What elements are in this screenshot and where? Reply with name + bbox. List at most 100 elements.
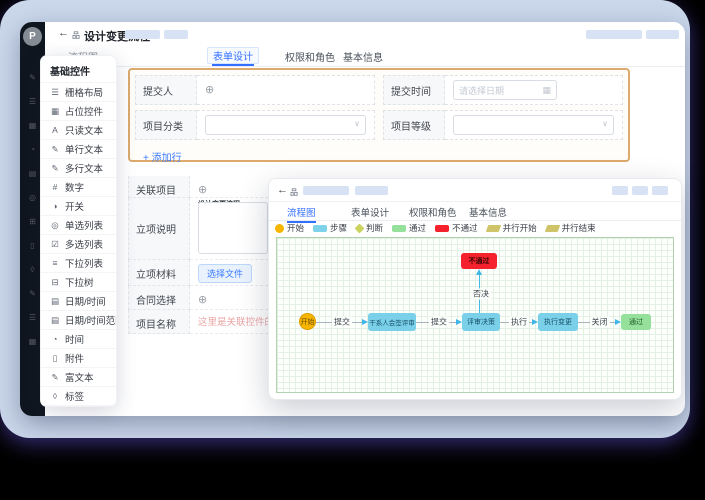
panel-item-list: ☰ 栅格布局 ▦ 占位控件 A 只读文本 ✎ 单行文本 ✎ 多行文本 # 数字 ◑ 开关 ◎ 单选列表 ☑ 多选列… bbox=[41, 82, 116, 406]
panel-item-附件[interactable]: ▯ 附件 bbox=[41, 348, 116, 367]
header-skeleton-pill[interactable] bbox=[125, 30, 160, 39]
chevron-down-icon: ∨ bbox=[602, 119, 608, 128]
description-textarea[interactable] bbox=[198, 202, 268, 254]
form-grid-row: 提交人 ⊕ 提交时间 请选择日期 ▦ bbox=[135, 75, 623, 105]
date-placeholder: 请选择日期 bbox=[459, 85, 505, 96]
panel-item-单选列表[interactable]: ◎ 单选列表 bbox=[41, 215, 116, 234]
plus-picker-icon[interactable]: ⊕ bbox=[205, 84, 214, 96]
legend-label: 并行结束 bbox=[561, 223, 596, 233]
flow-node-执行变更[interactable]: 执行变更 bbox=[538, 313, 578, 331]
plus-picker-icon[interactable]: ⊕ bbox=[198, 184, 207, 196]
panel-title: 基础控件 bbox=[50, 67, 90, 78]
header-skeleton-pill[interactable] bbox=[303, 186, 349, 195]
panel-item-多选列表[interactable]: ☑ 多选列表 bbox=[41, 234, 116, 253]
flow-tab-权限和角色[interactable]: 权限和角色 bbox=[409, 205, 457, 219]
header-skeleton-pill[interactable] bbox=[164, 30, 188, 39]
panel-item-表格[interactable]: ⊞表格 bbox=[41, 405, 116, 406]
app-header: ← 品 设计变更流程 bbox=[45, 22, 685, 47]
field-label: 提交人 bbox=[135, 75, 197, 105]
submit-time-field: 请选择日期 ▦ bbox=[445, 75, 623, 105]
add-row-button[interactable]: + 添加行 bbox=[135, 145, 623, 164]
panel-item-label: 单选列表 bbox=[65, 221, 104, 232]
flow-window-header: ← 品 bbox=[269, 179, 681, 202]
control-icon: ◎ bbox=[51, 219, 59, 230]
control-icon: ⊟ bbox=[51, 276, 59, 287]
control-icon: ◔ bbox=[52, 334, 58, 344]
tab-权限和角色[interactable]: 权限和角色 bbox=[285, 49, 335, 64]
legend-rect-icon bbox=[435, 224, 450, 232]
workflow-icon: 品 bbox=[72, 31, 80, 40]
panel-item-单行文本[interactable]: ✎ 单行文本 bbox=[41, 139, 116, 158]
plus-picker-icon[interactable]: ⊕ bbox=[198, 294, 207, 306]
form-grid-section[interactable]: 提交人 ⊕ 提交时间 请选择日期 ▦ 项目分类 ∨ 项目等级 ∨ + 添加行 bbox=[128, 68, 630, 164]
back-icon[interactable]: ← bbox=[277, 184, 288, 196]
choose-file-button[interactable]: 选择文件 bbox=[198, 264, 253, 283]
header-skeleton-pill[interactable] bbox=[586, 30, 642, 39]
panel-item-栅格布局[interactable]: ☰ 栅格布局 bbox=[41, 82, 116, 101]
form-grid-row: 项目分类 ∨ 项目等级 ∨ bbox=[135, 110, 623, 140]
header-skeleton-pill[interactable] bbox=[652, 186, 668, 195]
project-category-select[interactable]: ∨ bbox=[205, 115, 366, 135]
flow-designer-window: ← 品 流程图 表单设计 权限和角色 基本信息 开始 步骤 判断 通过 不通过 并行开始 并行结束… bbox=[268, 178, 682, 400]
legend-item-通过: 通过 bbox=[392, 222, 426, 234]
project-level-select[interactable]: ∨ bbox=[453, 115, 614, 135]
control-icon: ◑ bbox=[52, 201, 58, 211]
tab-基本信息[interactable]: 基本信息 bbox=[343, 49, 383, 64]
field-label: 提交时间 bbox=[383, 75, 445, 105]
chevron-down-icon: ∨ bbox=[354, 119, 360, 128]
panel-item-只读文本[interactable]: A 只读文本 bbox=[41, 120, 116, 139]
header-skeleton-pill[interactable] bbox=[632, 186, 648, 195]
panel-item-占位控件[interactable]: ▦ 占位控件 bbox=[41, 101, 116, 120]
panel-item-label: 时间 bbox=[65, 335, 85, 346]
flow-tab-流程图[interactable]: 流程图 bbox=[287, 205, 316, 223]
edge-label: 提交 bbox=[429, 316, 449, 328]
panel-item-label: 栅格布局 bbox=[65, 88, 104, 99]
flow-tab-表单设计[interactable]: 表单设计 bbox=[351, 205, 389, 219]
panel-item-标签[interactable]: ◊ 标签 bbox=[41, 386, 116, 405]
flow-node-干系人会签评审[interactable]: 干系人会签评审 bbox=[368, 313, 416, 331]
panel-item-下拉列表[interactable]: ≡ 下拉列表 bbox=[41, 253, 116, 272]
back-icon[interactable]: ← bbox=[58, 27, 69, 39]
legend-item-步骤: 步骤 bbox=[313, 222, 347, 234]
panel-item-label: 下拉列表 bbox=[65, 259, 104, 270]
flow-node-开始[interactable]: 开始 bbox=[299, 313, 316, 330]
header-skeleton-pill[interactable] bbox=[646, 30, 679, 39]
panel-item-数字[interactable]: # 数字 bbox=[41, 177, 116, 196]
date-input[interactable]: 请选择日期 ▦ bbox=[453, 80, 557, 100]
panel-item-多行文本[interactable]: ✎ 多行文本 bbox=[41, 158, 116, 177]
flow-tab-基本信息[interactable]: 基本信息 bbox=[469, 205, 507, 219]
panel-item-下拉树[interactable]: ⊟ 下拉树 bbox=[41, 272, 116, 291]
panel-item-日期/时间[interactable]: ▤ 日期/时间 bbox=[41, 291, 116, 310]
legend-item-并行开始: 并行开始 bbox=[485, 222, 537, 234]
legend-label: 通过 bbox=[409, 223, 427, 233]
panel-item-label: 数字 bbox=[65, 183, 85, 194]
panel-item-label: 多选列表 bbox=[65, 240, 104, 251]
control-icon: ☰ bbox=[51, 86, 59, 97]
legend-para-icon bbox=[544, 224, 560, 232]
legend-label: 并行开始 bbox=[502, 223, 537, 233]
legend-item-判断: 判断 bbox=[354, 222, 384, 234]
panel-item-时间[interactable]: ◔ 时间 bbox=[41, 329, 116, 348]
control-icon: ✎ bbox=[51, 371, 59, 382]
edge-label: 否决 bbox=[471, 288, 491, 300]
control-icon: ✎ bbox=[51, 162, 59, 173]
legend-item-不通过: 不通过 bbox=[435, 222, 478, 234]
flow-node-评审决策[interactable]: 评审决策 bbox=[462, 313, 500, 331]
header-skeleton-pill[interactable] bbox=[355, 186, 388, 195]
legend-label: 判断 bbox=[366, 223, 384, 233]
panel-item-开关[interactable]: ◑ 开关 bbox=[41, 196, 116, 215]
legend-diamond-icon bbox=[354, 223, 365, 233]
control-icon: ☑ bbox=[51, 238, 59, 249]
flow-node-通过[interactable]: 通过 bbox=[621, 314, 651, 330]
submitter-picker-field[interactable]: ⊕ bbox=[197, 75, 375, 105]
legend-label: 不通过 bbox=[452, 223, 478, 233]
flow-node-不通过[interactable]: 不通过 bbox=[461, 253, 497, 269]
panel-item-日期/时间范围[interactable]: ▤ 日期/时间范围 bbox=[41, 310, 116, 329]
control-icon: A bbox=[52, 125, 58, 135]
panel-item-label: 下拉树 bbox=[65, 278, 94, 289]
legend-item-开始: 开始 bbox=[275, 222, 304, 234]
header-skeleton-pill[interactable] bbox=[612, 186, 628, 195]
panel-item-富文本[interactable]: ✎ 富文本 bbox=[41, 367, 116, 386]
flow-canvas[interactable]: 提交 提交 执行 关闭 否决 开始 干系人会签评审 评审决策 执行变更 通过 不通过 bbox=[276, 237, 674, 393]
tab-表单设计[interactable]: 表单设计 bbox=[207, 47, 259, 66]
